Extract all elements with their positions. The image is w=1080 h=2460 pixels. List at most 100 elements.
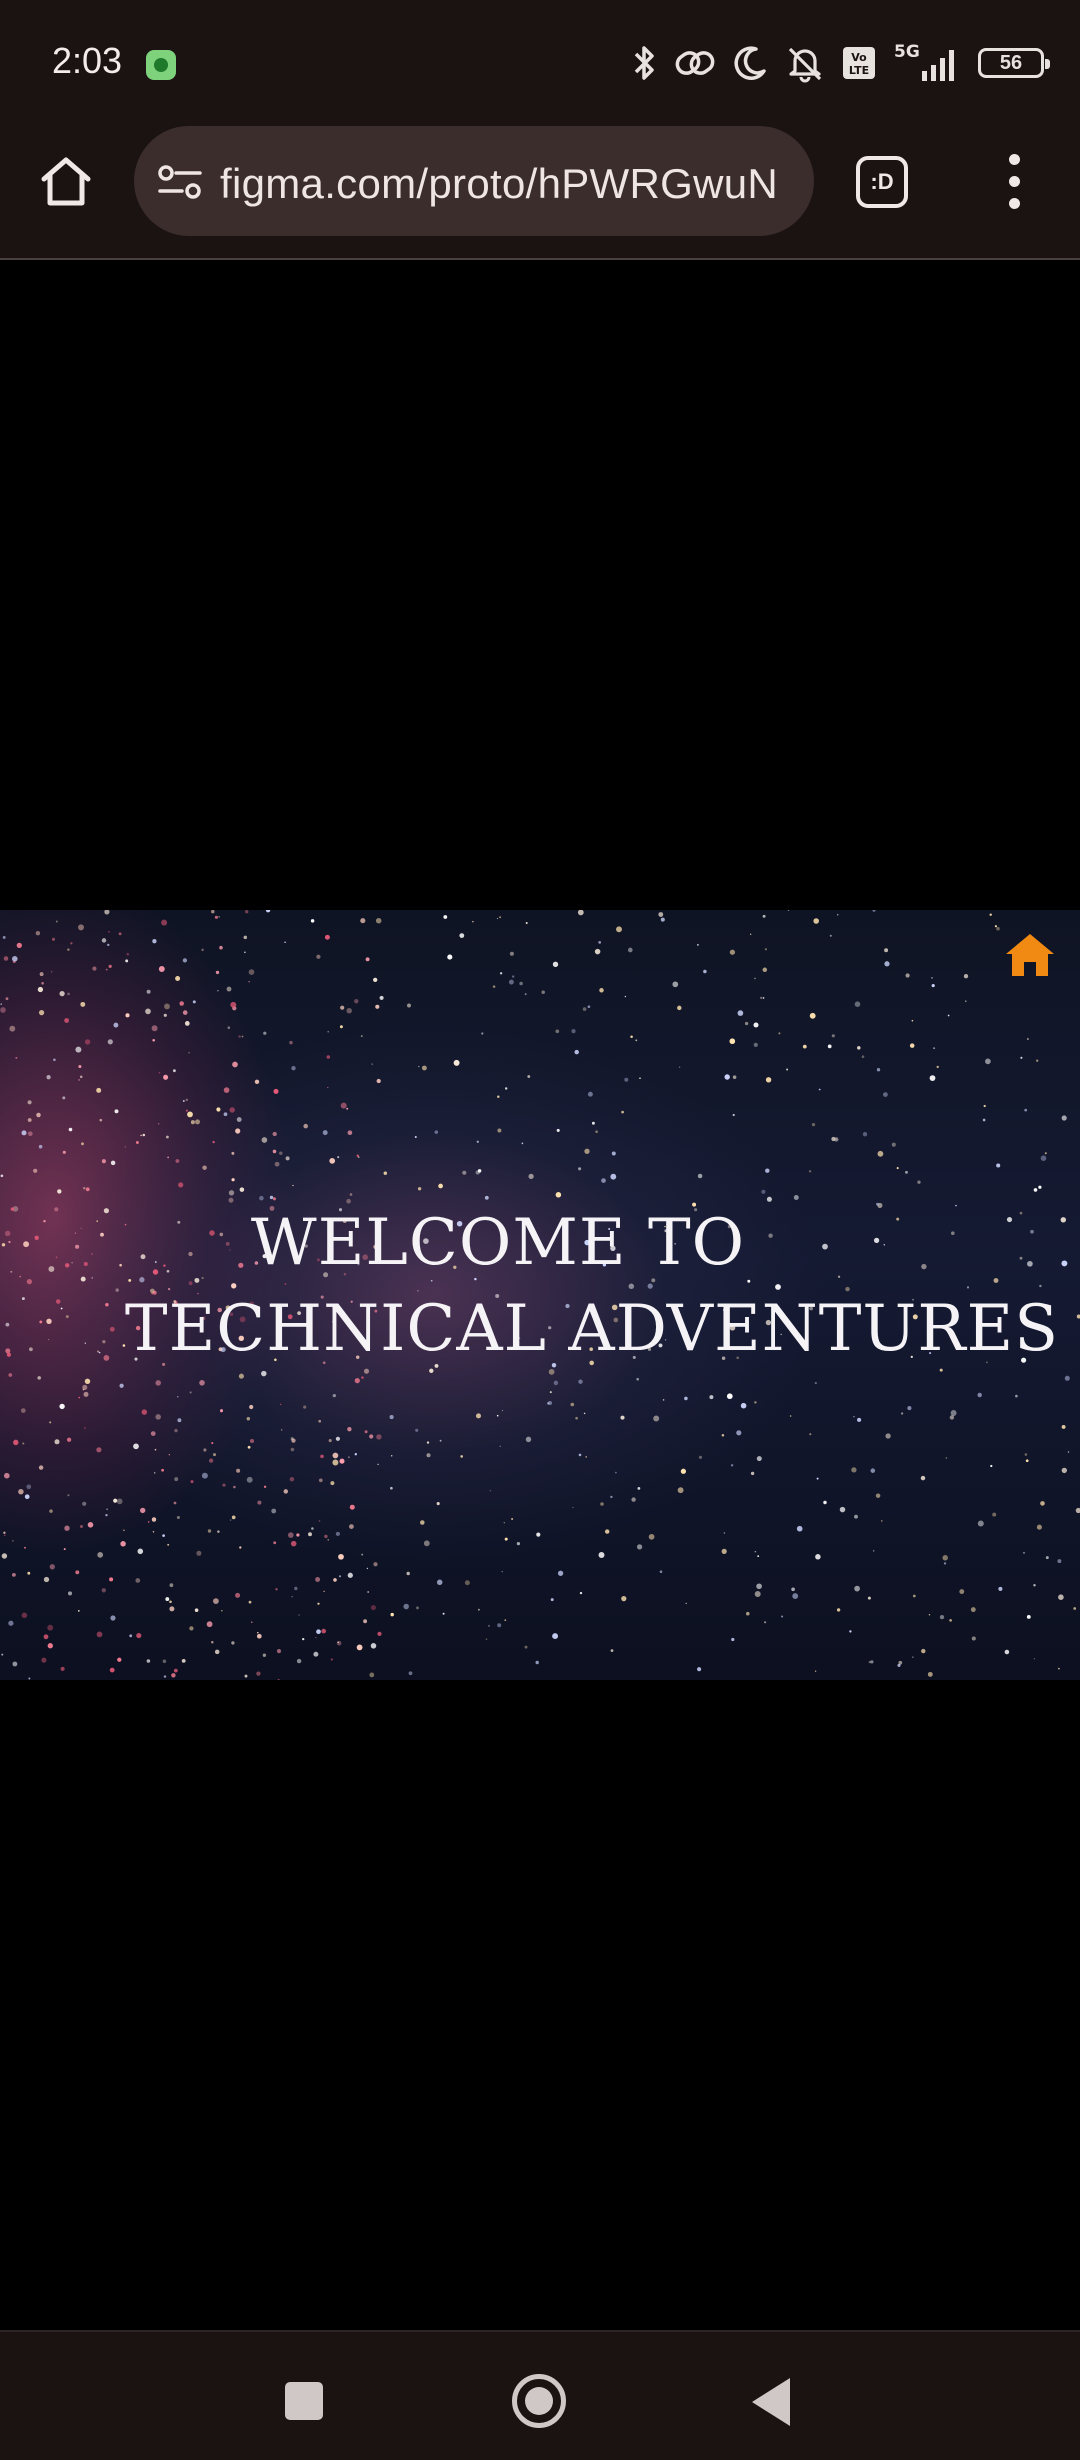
star-particle [877,1150,884,1157]
star-particle [67,948,70,951]
star-particle [750,933,752,935]
star-particle [254,1079,260,1085]
star-particle [107,1039,113,1045]
star-particle [377,1463,379,1466]
star-particle [340,1102,347,1109]
star-particle [335,1436,340,1441]
star-particle [536,1532,541,1537]
star-particle [1020,1056,1023,1059]
star-particle [579,1591,583,1595]
star-particle [140,1134,142,1137]
star-particle [105,1513,108,1517]
star-particle [594,948,601,955]
star-particle [723,1532,726,1534]
star-particle [476,1140,479,1143]
status-time: 2:03 [52,40,123,81]
star-particle [898,1660,903,1665]
star-particle [813,918,819,924]
star-particle [677,1487,684,1494]
star-particle [354,999,359,1004]
star-particle [516,1541,521,1546]
url-text[interactable]: figma.com/proto/hPWRGwuN [220,160,790,208]
more-vertical-icon[interactable] [1000,152,1030,212]
star-particle [732,1113,735,1117]
star-particle [884,948,889,953]
star-particle [464,1580,470,1586]
star-particle [356,1644,363,1651]
star-particle [389,1415,394,1420]
star-particle [158,1071,161,1074]
star-particle [37,986,44,993]
star-particle [222,1483,226,1487]
tab-switcher-button[interactable]: :D [856,156,908,208]
star-particle [994,925,997,928]
star-particle [173,1668,178,1673]
star-particle [885,1433,891,1439]
star-particle [43,1576,50,1583]
star-particle [989,913,992,916]
star-particle [211,1442,214,1445]
star-particle [231,1515,236,1520]
star-particle [49,1509,53,1513]
star-particle [375,1004,380,1009]
star-particle [754,1401,757,1404]
star-particle [117,1657,122,1662]
recents-button[interactable] [285,2382,323,2420]
star-particle [854,1514,858,1519]
star-particle [630,1035,633,1038]
star-particle [27,1571,31,1575]
star-particle [75,1046,82,1053]
browser-toolbar: figma.com/proto/hPWRGwuN :D [0,122,1080,260]
star-particle [290,1540,297,1547]
tune-icon[interactable] [158,164,202,200]
star-particle [79,1075,83,1079]
star-particle [909,1043,915,1048]
star-particle [636,1544,643,1550]
star-particle [154,1448,157,1451]
star-particle [28,1677,31,1680]
star-particle [1058,1594,1064,1600]
star-particle [528,1173,534,1180]
star-particle [16,942,22,949]
home-button[interactable] [512,2374,566,2428]
star-particle [936,1065,939,1069]
star-particle [276,1649,282,1654]
star-particle [364,1430,368,1434]
star-particle [575,1416,578,1420]
star-particle [765,1168,770,1173]
star-particle [249,1404,254,1410]
star-particle [371,1063,374,1065]
star-particle [764,948,767,951]
back-button[interactable] [752,2378,790,2426]
star-particle [174,1428,178,1433]
star-particle [416,1606,419,1610]
star-particle [64,1525,70,1531]
home-icon[interactable] [36,152,96,212]
star-particle [290,1447,295,1452]
star-particle [173,1501,177,1505]
star-particle [611,1151,616,1156]
star-particle [174,1477,179,1482]
star-particle [524,1645,528,1649]
star-particle [931,984,935,988]
url-bar[interactable]: figma.com/proto/hPWRGwuN [134,126,814,236]
star-particle [12,1661,18,1667]
star-particle [912,1594,916,1598]
star-particle [137,1548,144,1555]
star-particle [338,1575,342,1578]
star-particle [173,1069,176,1073]
star-particle [639,1077,641,1080]
star-particle [8,1620,14,1626]
home-icon[interactable] [1004,932,1056,978]
star-particle [942,1555,948,1561]
star-particle [289,1040,293,1045]
star-particle [235,1592,241,1598]
star-particle [165,1135,169,1139]
star-particle [219,945,223,950]
network-type-label: 5G [894,42,920,62]
star-particle [1026,1038,1029,1040]
star-particle [477,1608,480,1611]
star-particle [873,1550,875,1552]
star-particle [318,1520,321,1522]
star-particle [867,1596,871,1600]
